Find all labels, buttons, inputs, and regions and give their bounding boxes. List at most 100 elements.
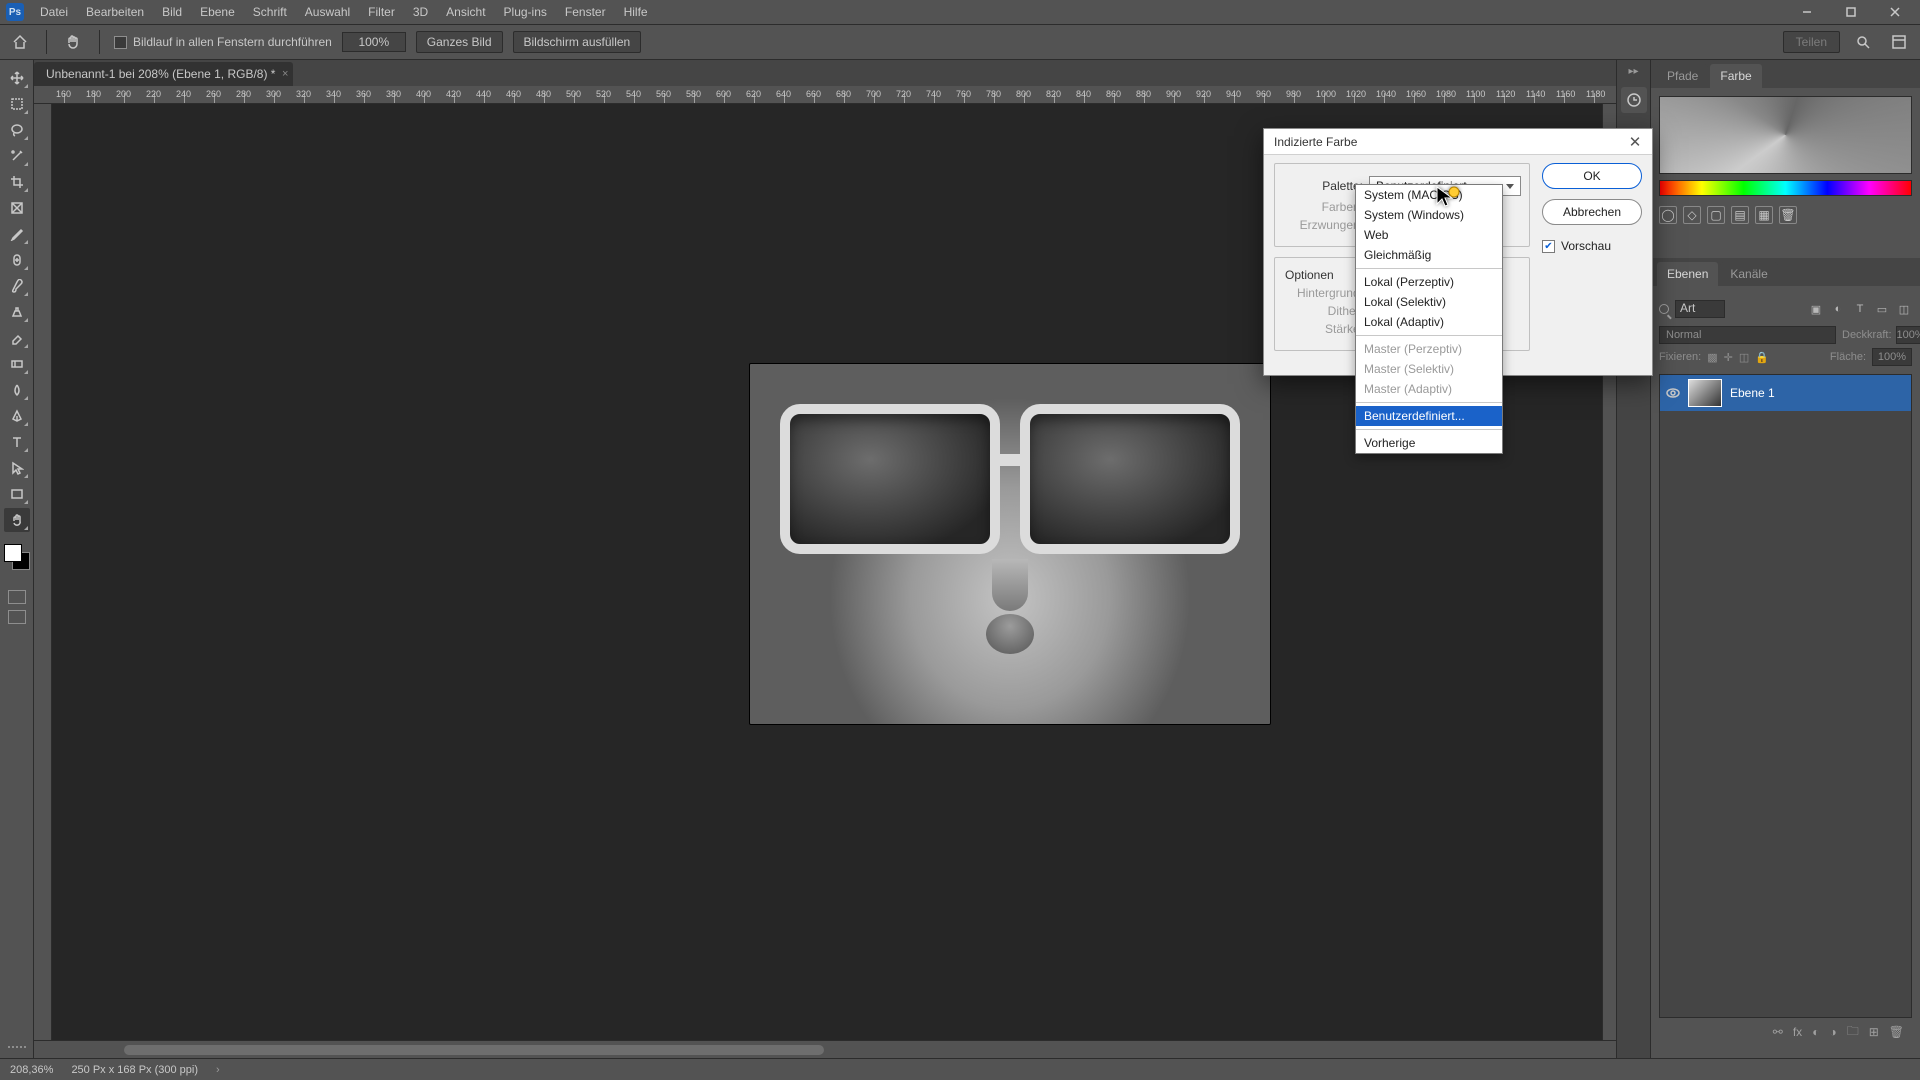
- marquee-tool[interactable]: [4, 92, 30, 116]
- cancel-button[interactable]: Abbrechen: [1542, 199, 1642, 225]
- delete-layer-icon[interactable]: 🗑: [1889, 1025, 1904, 1039]
- window-close-button[interactable]: [1874, 0, 1916, 24]
- blur-tool[interactable]: [4, 378, 30, 402]
- hue-strip[interactable]: [1659, 180, 1912, 196]
- fill-input[interactable]: 100%: [1872, 348, 1912, 366]
- layer-fx-icon[interactable]: fx: [1793, 1025, 1802, 1039]
- color-mode-icon-5[interactable]: ▦: [1755, 206, 1773, 224]
- gradient-tool[interactable]: [4, 352, 30, 376]
- menu-datei[interactable]: Datei: [32, 2, 76, 22]
- expand-panels-icon[interactable]: ▸▸: [1628, 66, 1638, 77]
- tab-kanaele[interactable]: Kanäle: [1720, 262, 1777, 286]
- quickmask-icon[interactable]: [8, 590, 26, 604]
- close-tab-icon[interactable]: ×: [282, 68, 288, 80]
- brush-tool[interactable]: [4, 274, 30, 298]
- dropdown-option[interactable]: Lokal (Selektiv): [1356, 292, 1502, 312]
- color-mode-icon-3[interactable]: ▢: [1707, 206, 1725, 224]
- foreground-color-swatch[interactable]: [4, 544, 22, 562]
- menu-3d[interactable]: 3D: [405, 2, 436, 22]
- magic-wand-tool[interactable]: [4, 144, 30, 168]
- frame-tool[interactable]: [4, 196, 30, 220]
- horizontal-scrollbar[interactable]: [34, 1040, 1616, 1058]
- dropdown-option[interactable]: Gleichmäßig: [1356, 245, 1502, 265]
- dialog-titlebar[interactable]: Indizierte Farbe ✕: [1264, 129, 1652, 155]
- ok-button[interactable]: OK: [1542, 163, 1642, 189]
- color-mode-icon-1[interactable]: ◯: [1659, 206, 1677, 224]
- filter-adjust-icon[interactable]: ◐: [1830, 301, 1846, 317]
- lock-artboard-icon[interactable]: ◫: [1739, 351, 1749, 364]
- layer-group-icon[interactable]: 🗀: [1847, 1022, 1859, 1043]
- fit-screen-button[interactable]: Ganzes Bild: [416, 31, 503, 53]
- layer-filter-type-select[interactable]: Art: [1675, 300, 1725, 318]
- menu-auswahl[interactable]: Auswahl: [297, 2, 358, 22]
- new-layer-icon[interactable]: ⊞: [1869, 1025, 1879, 1039]
- workspace-switcher-icon[interactable]: [1886, 29, 1912, 55]
- path-selection-tool[interactable]: [4, 456, 30, 480]
- fill-screen-button[interactable]: Bildschirm ausfüllen: [513, 31, 642, 53]
- filter-smart-icon[interactable]: ◫: [1896, 301, 1912, 317]
- menu-bild[interactable]: Bild: [154, 2, 190, 22]
- eraser-tool[interactable]: [4, 326, 30, 350]
- dropdown-option[interactable]: System (Windows): [1356, 205, 1502, 225]
- window-minimize-button[interactable]: [1786, 0, 1828, 24]
- screenmode-icon[interactable]: [8, 610, 26, 624]
- lock-pixels-icon[interactable]: ▩: [1707, 351, 1717, 364]
- color-mode-icon-2[interactable]: ◇: [1683, 206, 1701, 224]
- menu-bearbeiten[interactable]: Bearbeiten: [78, 2, 152, 22]
- share-button[interactable]: Teilen: [1783, 31, 1840, 53]
- blend-mode-select[interactable]: Normal: [1659, 326, 1836, 344]
- menu-filter[interactable]: Filter: [360, 2, 403, 22]
- layer-mask-icon[interactable]: ◐: [1812, 1025, 1819, 1039]
- scroll-all-windows-checkbox[interactable]: Bildlauf in allen Fenstern durchführen: [114, 35, 332, 49]
- layer-filter-search-icon[interactable]: [1659, 304, 1669, 314]
- tab-pfade[interactable]: Pfade: [1657, 64, 1708, 88]
- menu-schrift[interactable]: Schrift: [245, 2, 295, 22]
- visibility-eye-icon[interactable]: [1666, 386, 1680, 400]
- eyedropper-tool[interactable]: [4, 222, 30, 246]
- dropdown-option[interactable]: Lokal (Adaptiv): [1356, 312, 1502, 332]
- type-tool[interactable]: [4, 430, 30, 454]
- color-mode-icon-4[interactable]: ▤: [1731, 206, 1749, 224]
- hand-tool-icon[interactable]: [61, 30, 85, 54]
- home-icon[interactable]: [8, 30, 32, 54]
- document-tab[interactable]: Unbenannt-1 bei 208% (Ebene 1, RGB/8) * …: [34, 62, 293, 86]
- window-maximize-button[interactable]: [1830, 0, 1872, 24]
- lock-position-icon[interactable]: ✛: [1724, 351, 1733, 364]
- lasso-tool[interactable]: [4, 118, 30, 142]
- tab-ebenen[interactable]: Ebenen: [1657, 262, 1718, 286]
- status-flyout-icon[interactable]: ›: [216, 1064, 220, 1076]
- layer-name[interactable]: Ebene 1: [1730, 386, 1775, 400]
- link-layers-icon[interactable]: ⚯: [1773, 1025, 1783, 1039]
- dropdown-option[interactable]: Benutzerdefiniert...: [1356, 406, 1502, 426]
- trash-icon[interactable]: 🗑: [1779, 206, 1797, 224]
- zoom-input[interactable]: 100%: [342, 32, 406, 52]
- rectangle-tool[interactable]: [4, 482, 30, 506]
- layer-row[interactable]: Ebene 1: [1660, 375, 1911, 411]
- move-tool[interactable]: [4, 66, 30, 90]
- search-icon[interactable]: [1850, 29, 1876, 55]
- dropdown-option[interactable]: Lokal (Perzeptiv): [1356, 272, 1502, 292]
- hand-tool[interactable]: [4, 508, 30, 532]
- menu-ansicht[interactable]: Ansicht: [438, 2, 493, 22]
- menu-fenster[interactable]: Fenster: [557, 2, 614, 22]
- history-panel-icon[interactable]: [1621, 87, 1647, 113]
- status-zoom[interactable]: 208,36%: [10, 1064, 53, 1076]
- healing-brush-tool[interactable]: [4, 248, 30, 272]
- filter-shape-icon[interactable]: ▭: [1874, 301, 1890, 317]
- dropdown-option[interactable]: System (MAC OS): [1356, 185, 1502, 205]
- clone-stamp-tool[interactable]: [4, 300, 30, 324]
- filter-image-icon[interactable]: ▣: [1808, 301, 1824, 317]
- opacity-input[interactable]: 100%: [1896, 326, 1920, 344]
- color-picker[interactable]: [1659, 96, 1912, 174]
- preview-checkbox[interactable]: Vorschau: [1542, 239, 1642, 253]
- dialog-close-button[interactable]: ✕: [1622, 130, 1648, 154]
- dropdown-option[interactable]: Web: [1356, 225, 1502, 245]
- scrollbar-thumb[interactable]: [124, 1045, 824, 1055]
- menu-plugins[interactable]: Plug-ins: [496, 2, 555, 22]
- pen-tool[interactable]: [4, 404, 30, 428]
- color-swatches[interactable]: [4, 544, 30, 570]
- menu-ebene[interactable]: Ebene: [192, 2, 243, 22]
- lock-all-icon[interactable]: 🔒: [1755, 351, 1769, 364]
- tab-farbe[interactable]: Farbe: [1710, 64, 1761, 88]
- adjustment-layer-icon[interactable]: ◑: [1829, 1025, 1836, 1039]
